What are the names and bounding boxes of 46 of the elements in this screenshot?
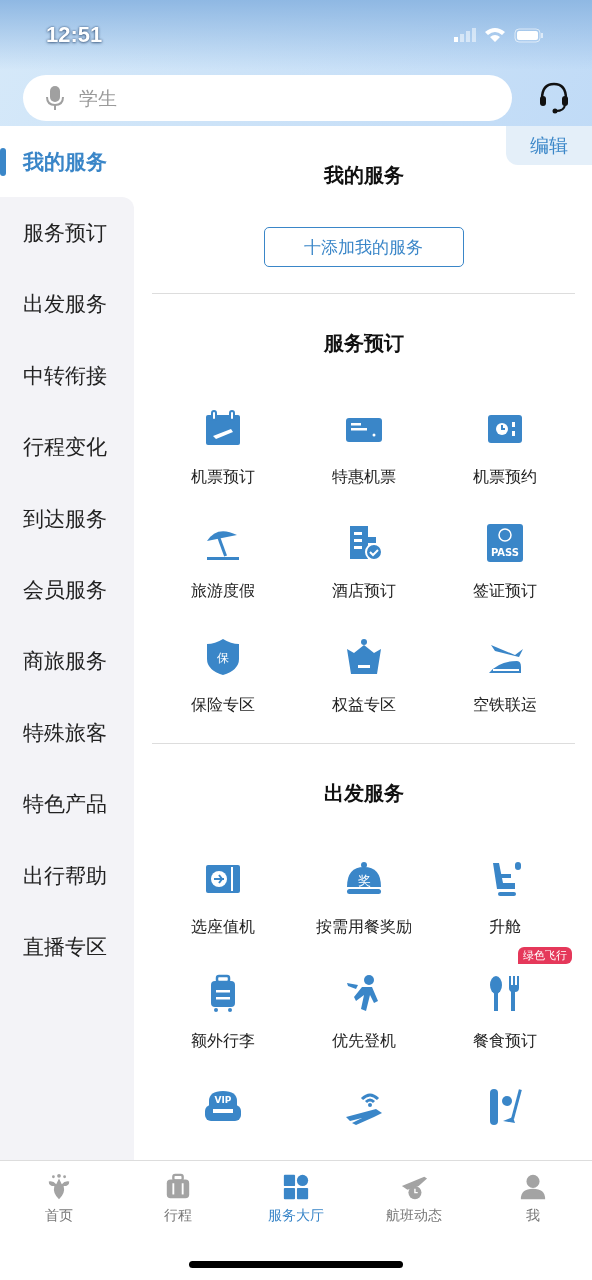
service-label[interactable]: 机票预订 [190, 467, 255, 488]
section-title: 我的服务 [323, 162, 404, 189]
edit-button[interactable]: 编辑 [506, 126, 592, 165]
service-label[interactable]: 保险专区 [190, 695, 255, 716]
status-time: 12:51 [46, 22, 103, 48]
service-label[interactable]: 按需用餐奖励 [315, 917, 412, 938]
service-label[interactable]: 机票预约 [472, 467, 537, 488]
sidebar-item[interactable]: 出发服务 [0, 268, 134, 341]
battery-icon [514, 27, 544, 43]
sidebar-item[interactable]: 服务预订 [0, 197, 134, 269]
passport-icon: PASS [484, 523, 525, 563]
tab-bar-item[interactable]: 航班动态 [355, 1173, 474, 1225]
service-label[interactable]: 权益专区 [331, 695, 396, 716]
service-label[interactable]: 旅游度假 [190, 581, 255, 602]
headset-icon[interactable] [538, 81, 570, 115]
sidebar-item[interactable]: 中转衔接 [0, 340, 134, 412]
sidebar-item[interactable]: 会员服务 [0, 554, 134, 626]
search-field[interactable]: 学生 [23, 75, 512, 121]
service-label[interactable]: 餐食预订 [472, 1031, 537, 1052]
service-label[interactable]: 额外行李 [190, 1031, 255, 1052]
add-service-button[interactable]: 十添加我的服务 [263, 227, 464, 267]
section-title: 服务预订 [323, 330, 404, 357]
grid-icon [282, 1173, 310, 1201]
service-label[interactable]: 空铁联运 [472, 695, 537, 716]
person-icon [518, 1173, 547, 1201]
tab-bar-item[interactable]: 行程 [118, 1173, 237, 1225]
sidebar-item[interactable]: 行程变化 [0, 411, 134, 483]
tab-bar-item[interactable]: 服务大厅 [236, 1173, 356, 1225]
sidebar-item[interactable]: 到达服务 [0, 482, 134, 555]
sidebar-item[interactable]: 特殊旅客 [0, 697, 134, 769]
service-label[interactable]: 优先登机 [331, 1031, 396, 1052]
wifi-icon [484, 27, 506, 43]
sidebar-item[interactable]: 商旅服务 [0, 625, 134, 698]
service-label[interactable]: 升舱 [488, 917, 521, 938]
sidebar-item[interactable]: 特色产品 [0, 768, 134, 840]
section-title: 出发服务 [323, 780, 404, 807]
service-label[interactable]: 酒店预订 [331, 581, 396, 602]
service-label[interactable]: 特惠机票 [331, 467, 396, 488]
tab-bar-item[interactable]: 我 [473, 1173, 592, 1225]
signal-icon [454, 28, 476, 42]
tab-bar-item[interactable]: 首页 [0, 1173, 119, 1225]
sidebar-item[interactable]: 直播专区 [0, 911, 134, 983]
service-label[interactable]: 签证预订 [472, 581, 537, 602]
sidebar-item[interactable]: 出行帮助 [0, 839, 134, 912]
promo-badge: 绿色飞行 [518, 947, 572, 964]
service-label[interactable]: 选座值机 [190, 917, 255, 938]
